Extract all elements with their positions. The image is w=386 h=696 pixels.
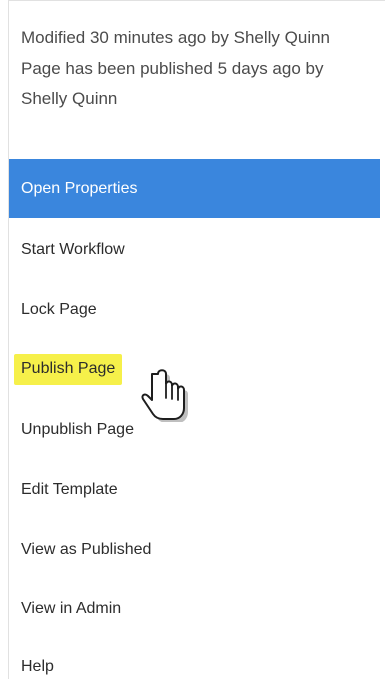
menu-item-edit-template[interactable]: Edit Template (9, 461, 380, 519)
menu-item-label: Help (21, 658, 54, 675)
hand-pointer-icon (141, 369, 188, 422)
menu-item-open-properties[interactable]: Open Properties (9, 159, 380, 218)
menu-item-help[interactable]: Help (9, 638, 380, 696)
menu-item-unpublish-page[interactable]: Unpublish Page (9, 401, 380, 459)
menu-item-label: Start Workflow (21, 241, 125, 258)
menu-item-label: View as Published (21, 541, 152, 558)
page-status-info: Modified 30 minutes ago by Shelly Quinn … (21, 23, 373, 115)
menu-item-start-workflow[interactable]: Start Workflow (9, 221, 380, 279)
page-actions-panel: Modified 30 minutes ago by Shelly Quinn … (8, 0, 385, 679)
menu-item-view-in-admin[interactable]: View in Admin (9, 580, 380, 638)
menu-item-label: Open Properties (21, 179, 138, 197)
menu-item-label: Edit Template (21, 481, 118, 498)
modified-status: Modified 30 minutes ago by Shelly Quinn (21, 28, 331, 47)
menu-item-label-highlighted: Publish Page (14, 353, 123, 385)
menu-item-label: View in Admin (21, 600, 122, 617)
menu-item-view-as-published[interactable]: View as Published (9, 521, 380, 579)
published-status: Page has been published 5 days ago by Sh… (21, 58, 324, 109)
menu-item-publish-page[interactable]: Publish Page (9, 340, 380, 398)
menu-item-label: Unpublish Page (21, 421, 134, 438)
menu-item-lock-page[interactable]: Lock Page (9, 281, 380, 339)
menu-item-label: Lock Page (21, 301, 97, 318)
